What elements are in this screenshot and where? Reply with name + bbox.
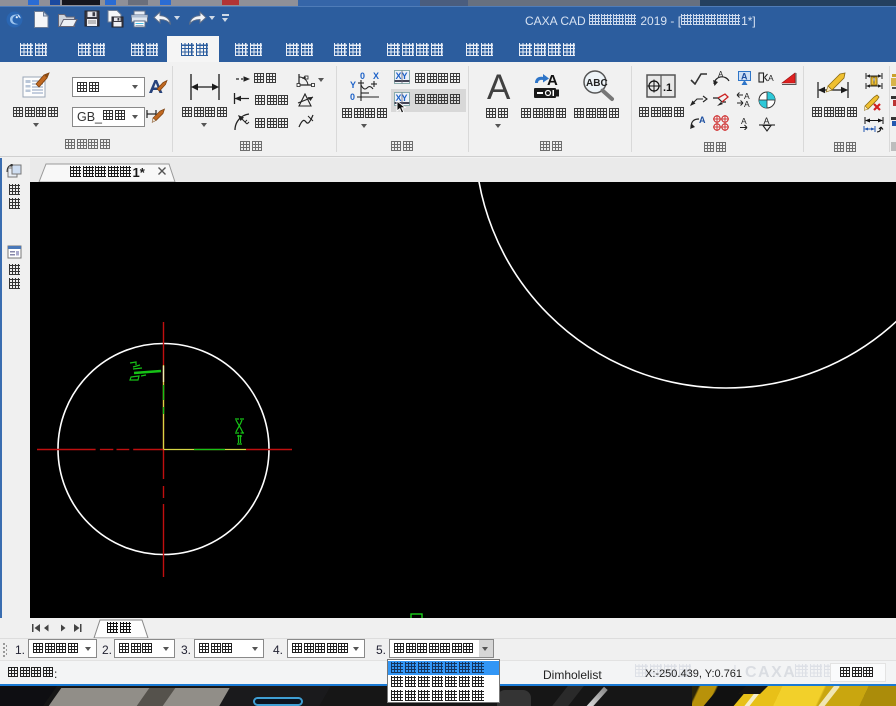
svg-text:ABC: ABC <box>586 78 608 89</box>
svg-text:0: 0 <box>360 71 365 81</box>
svg-text:A: A <box>768 73 774 83</box>
svg-text:Y: Y <box>350 80 356 90</box>
svg-text:A: A <box>744 99 750 108</box>
svg-text:A: A <box>741 116 747 126</box>
svg-text:A: A <box>547 72 558 89</box>
svg-text:0: 0 <box>350 92 355 102</box>
svg-text:XY: XY <box>396 71 408 81</box>
svg-text:X: X <box>373 71 379 81</box>
svg-text:.1: .1 <box>663 82 672 94</box>
svg-text:A: A <box>699 115 706 125</box>
